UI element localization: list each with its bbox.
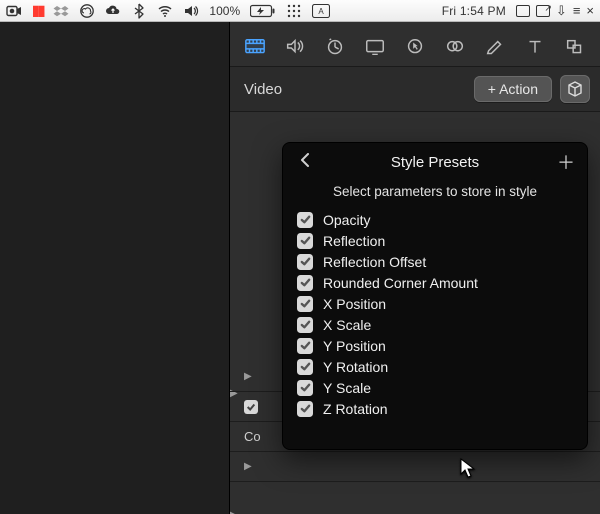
param-label: Y Scale — [323, 380, 371, 396]
param-row[interactable]: Y Rotation — [295, 356, 575, 377]
param-label: Rounded Corner Amount — [323, 275, 478, 291]
chevron-right-icon: ▶ — [244, 371, 252, 382]
row-disclosure-3[interactable]: ▶ — [230, 510, 238, 514]
canvas-area: ▶ ▶ — [0, 22, 229, 514]
section-title: Video — [244, 81, 466, 98]
system-menubar: ▮▮ 100% A Fri 1:54 PM ↗ — [0, 0, 600, 22]
checkbox-icon[interactable] — [297, 317, 313, 333]
checkbox-icon[interactable] — [297, 338, 313, 354]
record-icon[interactable] — [6, 3, 22, 19]
add-action-button[interactable]: + Action — [474, 76, 552, 102]
param-row[interactable]: Opacity — [295, 209, 575, 230]
chevron-right-icon: ▶ — [244, 461, 252, 472]
creative-cloud-icon[interactable] — [79, 3, 95, 19]
tab-video-icon[interactable] — [244, 36, 266, 56]
checkbox-icon[interactable] — [297, 296, 313, 312]
back-button[interactable] — [297, 153, 313, 172]
param-row[interactable]: Z Rotation — [295, 398, 575, 419]
param-row[interactable]: Y Scale — [295, 377, 575, 398]
checkbox-icon[interactable] — [297, 401, 313, 417]
3d-cube-button[interactable] — [560, 75, 590, 103]
param-row[interactable]: Reflection Offset — [295, 251, 575, 272]
dropbox-icon[interactable] — [53, 3, 69, 19]
window-control-c[interactable]: ⇩ — [556, 3, 567, 19]
bg-row-4[interactable]: ▶ — [230, 452, 600, 482]
popover-title: Style Presets — [323, 154, 547, 171]
param-row[interactable]: Y Position — [295, 335, 575, 356]
checkbox-icon[interactable] — [244, 400, 258, 414]
battery-percent: 100% — [209, 4, 240, 18]
param-label: Z Rotation — [323, 401, 388, 417]
spotlight-icon[interactable] — [286, 3, 302, 19]
tab-audio-icon[interactable] — [284, 36, 306, 56]
bg-row-3-label: Co — [244, 429, 261, 444]
svg-text:A: A — [318, 7, 324, 16]
checkbox-icon[interactable] — [297, 359, 313, 375]
param-label: X Scale — [323, 317, 371, 333]
param-row[interactable]: Rounded Corner Amount — [295, 272, 575, 293]
tab-layout-icon[interactable] — [564, 36, 586, 56]
checkbox-icon[interactable] — [297, 254, 313, 270]
window-close-x[interactable]: × — [586, 3, 594, 18]
tab-display-icon[interactable] — [364, 36, 386, 56]
window-control-a[interactable] — [516, 5, 530, 17]
param-row[interactable]: X Scale — [295, 314, 575, 335]
param-row[interactable]: X Position — [295, 293, 575, 314]
param-label: Reflection Offset — [323, 254, 426, 270]
param-label: Reflection — [323, 233, 385, 249]
checkbox-icon[interactable] — [297, 212, 313, 228]
checkbox-icon[interactable] — [297, 380, 313, 396]
checkbox-icon[interactable] — [297, 233, 313, 249]
window-control-d[interactable]: ≡ — [573, 3, 581, 18]
wifi-icon[interactable] — [157, 3, 173, 19]
param-row[interactable]: Reflection — [295, 230, 575, 251]
tab-link-icon[interactable] — [444, 36, 466, 56]
cloud-upload-icon[interactable] — [105, 3, 121, 19]
style-presets-popover: Style Presets ＋ Select parameters to sto… — [282, 142, 588, 450]
inspector-section-header: Video + Action — [230, 66, 600, 112]
checkbox-icon[interactable] — [297, 275, 313, 291]
tab-draw-icon[interactable] — [484, 36, 506, 56]
menubar-clock[interactable]: Fri 1:54 PM — [442, 4, 506, 18]
param-label: Y Rotation — [323, 359, 388, 375]
tab-timing-icon[interactable] — [324, 36, 346, 56]
add-preset-button[interactable]: ＋ — [557, 156, 573, 170]
tab-cursor-icon[interactable] — [404, 36, 426, 56]
parameter-list: Opacity Reflection Reflection Offset Rounde… — [283, 209, 587, 419]
popover-subtitle: Select parameters to store in style — [283, 176, 587, 209]
volume-icon[interactable] — [183, 3, 199, 19]
pause-icon[interactable]: ▮▮ — [32, 2, 43, 19]
battery-icon[interactable] — [250, 4, 276, 18]
tab-text-icon[interactable] — [524, 36, 546, 56]
param-label: Y Position — [323, 338, 386, 354]
param-label: Opacity — [323, 212, 370, 228]
bluetooth-icon[interactable] — [131, 3, 147, 19]
input-source-icon[interactable]: A — [312, 4, 330, 18]
param-label: X Position — [323, 296, 386, 312]
window-control-b[interactable]: ↗ — [536, 5, 550, 17]
inspector-tab-row — [230, 30, 600, 66]
